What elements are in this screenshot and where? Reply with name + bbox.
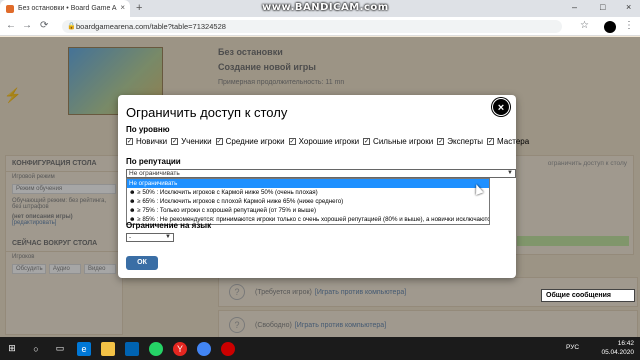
- close-window-button[interactable]: ×: [626, 2, 631, 12]
- level-checkbox-beginner[interactable]: ✓ Новички: [126, 137, 167, 146]
- back-button[interactable]: ←: [6, 20, 16, 31]
- explorer-icon[interactable]: [101, 341, 115, 356]
- dropdown-option[interactable]: ☻ ≥ 65% : Исключить игроков с плохой Кар…: [127, 197, 489, 206]
- search-icon[interactable]: ○: [29, 342, 43, 356]
- reputation-selected-value: Не ограничивать: [129, 170, 180, 177]
- yandex-icon[interactable]: Y: [173, 341, 187, 356]
- level-checkbox-expert[interactable]: ✓ Эксперты: [437, 137, 483, 146]
- reputation-section-label: По репутации: [126, 157, 181, 166]
- maximize-button[interactable]: □: [600, 2, 605, 12]
- recording-watermark: www.BANDICAM.com: [262, 2, 389, 13]
- language-section-label: Ограничение на язык: [126, 221, 212, 230]
- chrome-icon[interactable]: [197, 341, 211, 356]
- dropdown-option[interactable]: ☻ ≥ 50% : Исключить игроков с Кармой ниж…: [127, 188, 489, 197]
- level-section-label: По уровню: [126, 125, 170, 134]
- keyboard-language[interactable]: РУС: [566, 344, 579, 351]
- reload-button[interactable]: ⟳: [40, 20, 48, 31]
- tab-close-icon[interactable]: ×: [120, 3, 125, 12]
- new-tab-button[interactable]: +: [136, 2, 142, 14]
- checkbox-icon[interactable]: ✓: [437, 138, 445, 145]
- url-text: boardgamearena.com/table?table=71324528: [76, 22, 226, 31]
- checkbox-icon[interactable]: ✓: [215, 138, 223, 145]
- chevron-down-icon: ▼: [165, 234, 171, 240]
- site-favicon-icon: [6, 4, 14, 13]
- browser-tab[interactable]: Без остановки • Board Game A ×: [0, 0, 130, 17]
- language-select[interactable]: - ▼: [126, 233, 174, 242]
- record-icon[interactable]: [221, 341, 235, 356]
- restrict-access-dialog: Ограничить доступ к столу × По уровню ✓ Н…: [118, 95, 529, 278]
- language-selected-value: -: [129, 234, 132, 241]
- windows-start-icon[interactable]: ⊞: [5, 342, 19, 356]
- lock-icon: 🔒: [67, 23, 76, 30]
- task-view-icon[interactable]: ▭: [53, 342, 67, 356]
- chevron-down-icon: ▼: [507, 170, 513, 176]
- level-checkbox-average[interactable]: ✓ Средние игроки: [215, 137, 285, 146]
- reputation-select[interactable]: Не ограничивать ▼: [126, 169, 516, 178]
- checkbox-icon[interactable]: ✓: [363, 138, 371, 145]
- level-checkbox-apprentice[interactable]: ✓ Ученики: [171, 137, 212, 146]
- checkbox-icon[interactable]: ✓: [171, 138, 179, 145]
- checkbox-icon[interactable]: ✓: [487, 138, 495, 145]
- profile-avatar[interactable]: [604, 21, 616, 33]
- windows-taskbar: ⊞ ○ ▭ e Y РУС 16:42 05.04.2020: [0, 337, 640, 360]
- level-checkboxes: ✓ Новички ✓ Ученики ✓ Средние игроки ✓ Хорош…: [126, 137, 533, 146]
- store-icon[interactable]: [125, 341, 139, 356]
- checkbox-icon[interactable]: ✓: [288, 138, 296, 145]
- tab-title: Без остановки • Board Game A: [18, 5, 117, 12]
- browser-toolbar: ← → ⟳ 🔒 boardgamearena.com/table?table=7…: [0, 17, 640, 36]
- system-clock[interactable]: 16:42 05.04.2020: [601, 339, 634, 357]
- close-icon[interactable]: ×: [492, 98, 510, 116]
- dialog-title: Ограничить доступ к столу: [126, 105, 288, 120]
- whatsapp-icon[interactable]: [149, 341, 163, 356]
- level-checkbox-good[interactable]: ✓ Хорошие игроки: [288, 137, 359, 146]
- browser-menu-icon[interactable]: ⋮: [624, 20, 634, 31]
- level-checkbox-strong[interactable]: ✓ Сильные игроки: [363, 137, 433, 146]
- bookmark-star-icon[interactable]: ☆: [580, 20, 589, 31]
- level-checkbox-master[interactable]: ✓ Мастера: [487, 137, 529, 146]
- clock-time: 16:42: [617, 340, 634, 347]
- ok-button[interactable]: ОК: [126, 256, 158, 270]
- address-bar[interactable]: 🔒 boardgamearena.com/table?table=7132452…: [62, 20, 562, 33]
- checkbox-icon[interactable]: ✓: [126, 138, 133, 145]
- minimize-button[interactable]: –: [572, 2, 577, 12]
- forward-button[interactable]: →: [22, 20, 32, 31]
- clock-date: 05.04.2020: [601, 349, 634, 356]
- reputation-dropdown-list: Не ограничивать ☻ ≥ 50% : Исключить игро…: [126, 178, 490, 225]
- dropdown-option[interactable]: Не ограничивать: [127, 179, 489, 188]
- browser-tab-bar: Без остановки • Board Game A × + www.BAN…: [0, 0, 640, 17]
- general-messages-button[interactable]: Общие сообщения: [541, 289, 635, 302]
- edge-icon[interactable]: e: [77, 341, 91, 356]
- dropdown-option[interactable]: ☻ ≥ 75% : Только игроки с хорошей репута…: [127, 206, 489, 215]
